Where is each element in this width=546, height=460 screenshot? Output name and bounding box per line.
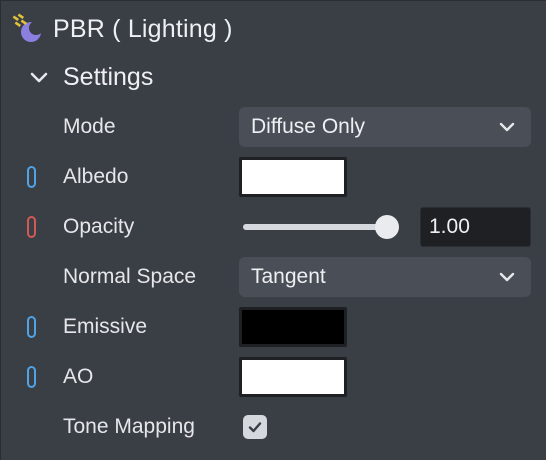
ao-color-swatch[interactable] <box>239 357 347 397</box>
input-pin[interactable] <box>27 366 36 388</box>
chevron-down-icon <box>499 272 515 282</box>
mode-dropdown[interactable]: Diffuse Only <box>239 107 531 147</box>
node-header: PBR ( Lighting ) <box>11 9 233 49</box>
checkmark-icon <box>248 422 262 433</box>
mode-dropdown-value: Diffuse Only <box>251 115 365 138</box>
chevron-down-icon <box>30 72 48 83</box>
tone-mapping-label: Tone Mapping <box>63 415 195 438</box>
pbr-node-icon <box>11 13 43 45</box>
row-normal-space: Normal Space Tangent <box>1 255 546 299</box>
row-albedo: Albedo <box>1 155 546 199</box>
settings-section-header[interactable]: Settings <box>27 57 153 97</box>
mode-label: Mode <box>63 115 116 138</box>
normal-space-dropdown[interactable]: Tangent <box>239 257 531 297</box>
row-opacity: Opacity <box>1 205 546 249</box>
albedo-label: Albedo <box>63 165 129 188</box>
row-mode: Mode Diffuse Only <box>1 105 546 149</box>
row-emissive: Emissive <box>1 305 546 349</box>
normal-space-dropdown-value: Tangent <box>251 265 326 288</box>
albedo-color-swatch[interactable] <box>239 157 347 197</box>
emissive-color-swatch[interactable] <box>239 307 347 347</box>
row-tone-mapping: Tone Mapping <box>1 405 546 449</box>
input-pin[interactable] <box>27 316 36 338</box>
slider-thumb[interactable] <box>375 215 399 239</box>
chevron-down-icon <box>499 122 515 132</box>
tone-mapping-checkbox[interactable] <box>243 415 267 439</box>
normal-space-label: Normal Space <box>63 265 197 288</box>
emissive-label: Emissive <box>63 315 148 338</box>
opacity-value-field[interactable] <box>420 207 531 247</box>
ao-label: AO <box>63 365 94 388</box>
inspector-panel: PBR ( Lighting ) Settings Mode Diffuse O… <box>0 0 546 460</box>
input-pin[interactable] <box>27 166 36 188</box>
opacity-slider[interactable] <box>243 212 399 242</box>
input-pin[interactable] <box>27 216 36 238</box>
node-title: PBR ( Lighting ) <box>53 14 233 43</box>
section-title: Settings <box>63 62 154 91</box>
row-ao: AO <box>1 355 546 399</box>
opacity-label: Opacity <box>63 215 135 238</box>
slider-fill <box>243 224 387 230</box>
